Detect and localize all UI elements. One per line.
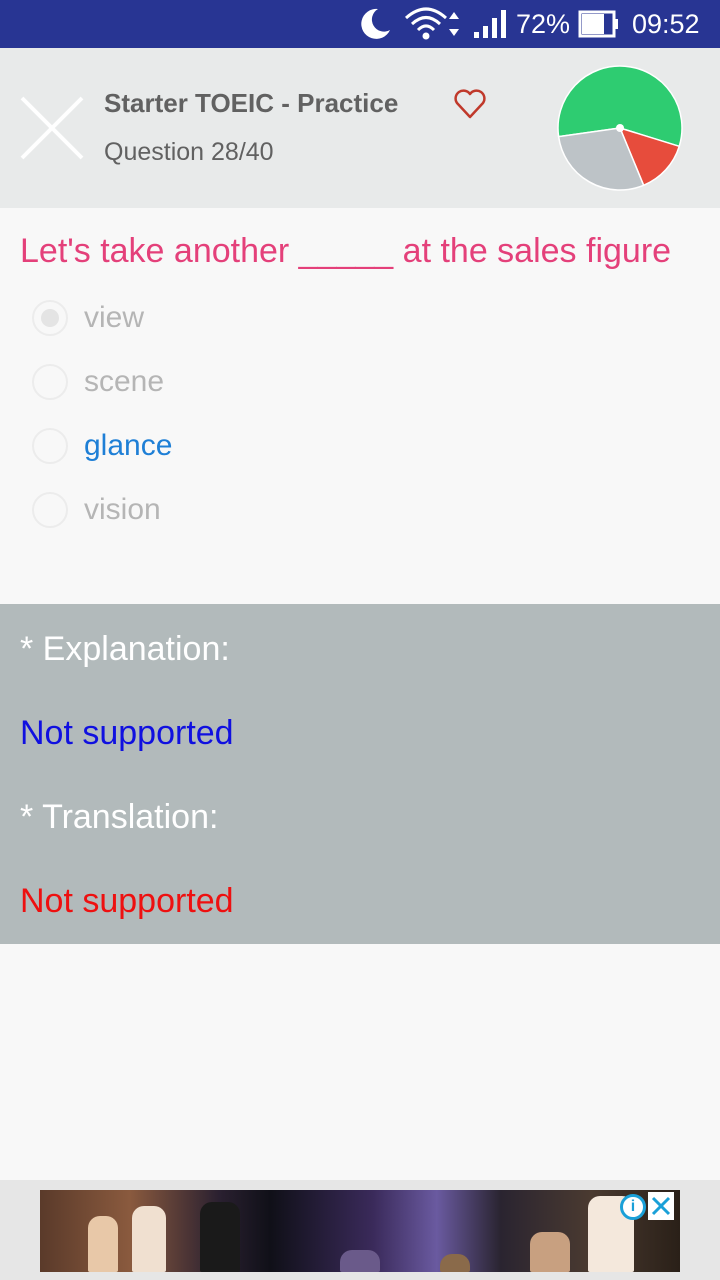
translation-value: Not supported [20,882,234,920]
status-bar: 72% 09:52 [0,0,720,48]
pie-center-dot [616,124,624,132]
explanation-heading: * Explanation: [20,630,230,668]
option-view[interactable]: view [0,288,720,352]
answer-options: view scene glance vision [0,288,720,544]
close-icon [651,1196,671,1216]
favorite-button[interactable] [452,86,488,122]
info-icon[interactable]: i [620,1194,646,1220]
option-label: view [84,301,145,334]
option-vision[interactable]: vision [0,480,720,544]
option-glance[interactable]: glance [0,416,720,480]
heart-outline-icon [454,89,486,119]
translation-heading: * Translation: [20,798,219,836]
ad-figure [530,1232,570,1272]
ad-banner-image[interactable]: i [40,1190,680,1272]
header: Starter TOEIC - Practice Question 28/40 [0,48,720,208]
explanation-panel: * Explanation: Not supported * Translati… [0,604,720,944]
radio-button[interactable] [32,428,68,464]
radio-button[interactable] [32,364,68,400]
radio-button[interactable] [32,492,68,528]
option-label-correct: glance [84,429,173,462]
option-label: scene [84,365,165,398]
ad-figure [440,1254,470,1272]
radio-button[interactable] [32,300,68,336]
option-scene[interactable]: scene [0,352,720,416]
question-counter: Question 28/40 [104,138,274,166]
ad-figure [340,1250,380,1272]
question-text: Let's take another _____ at the sales fi… [20,232,672,270]
battery-icon [578,0,620,48]
close-button[interactable] [18,94,86,162]
battery-percent: 72% [516,8,571,39]
ad-figure [200,1202,240,1272]
ad-area: i [0,1180,720,1280]
ad-figure [88,1216,118,1272]
moon-icon [356,0,392,48]
explanation-value: Not supported [20,714,234,752]
clock: 09:52 [632,8,700,39]
signal-icon [470,0,510,48]
wifi-icon [404,0,464,48]
close-icon [20,96,84,160]
option-label: vision [84,493,161,526]
progress-pie-chart [557,65,683,191]
ad-close-button[interactable] [648,1192,674,1220]
ad-figure [132,1206,166,1272]
page-title: Starter TOEIC - Practice [104,88,399,118]
